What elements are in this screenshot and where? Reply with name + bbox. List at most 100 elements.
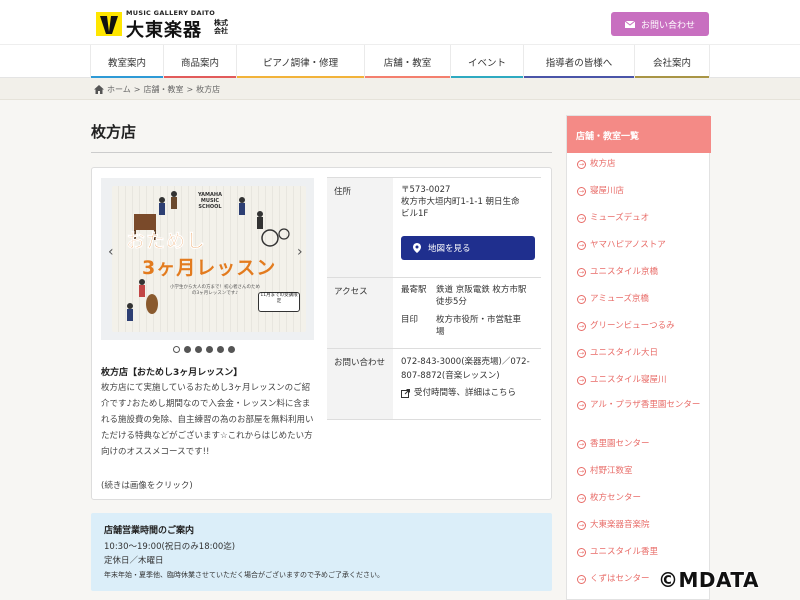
- access-value: 徒歩5分: [436, 297, 467, 307]
- sidebar-item[interactable]: → 村野江数室: [577, 465, 707, 478]
- site-header: MUSIC GALLERY DAITO 大東楽器 株式会社 お問い合わせ: [0, 0, 800, 44]
- sidebar-item[interactable]: → ユニスタイル寝屋川: [577, 374, 707, 387]
- site-logo[interactable]: MUSIC GALLERY DAITO 大東楽器 株式会社: [96, 9, 236, 41]
- sidebar-item-label: ユニスタイル大日: [590, 348, 659, 358]
- contact-button-label: お問い合わせ: [640, 20, 695, 31]
- arrow-circle-icon: →: [577, 401, 586, 410]
- arrow-circle-icon: →: [577, 187, 586, 196]
- breadcrumb-separator: >: [186, 85, 194, 94]
- arrow-circle-icon: →: [577, 467, 586, 476]
- breadcrumb-home[interactable]: ホーム: [107, 84, 131, 95]
- sidebar-item-label: くずはセンター: [590, 574, 650, 584]
- carousel-dot[interactable]: [184, 346, 191, 353]
- nav-item-label: 会社案内: [652, 58, 691, 69]
- slide-description-body: 枚方店にて実施しているおためし3ヶ月レッスンのご紹介です♪おためし期間なので入会…: [101, 383, 314, 457]
- contact-details-link[interactable]: 受付時間等、詳細はこちら: [401, 387, 516, 399]
- slide-description-title: 枚方店【おためし3ヶ月レッスン】: [101, 368, 243, 378]
- sidebar-item-label: グリーンビューつるみ: [590, 321, 675, 331]
- sidebar-item[interactable]: → アミューズ京橋: [577, 293, 707, 306]
- address-zip: 〒573-0027: [401, 185, 451, 195]
- slide-description-more: (続きは画像をクリック): [101, 481, 193, 491]
- sidebar-item-label: ユニスタイル香里: [590, 547, 659, 557]
- sidebar-item[interactable]: → 大東楽器音楽院: [577, 519, 707, 532]
- info-label: 住所: [327, 178, 393, 277]
- logo-company-type: 株式会社: [214, 19, 228, 35]
- sidebar-item[interactable]: → アル・プラザ香里園センター: [577, 399, 707, 412]
- breadcrumb-separator: >: [133, 85, 141, 94]
- breadcrumb-parent[interactable]: 店舗・教室: [143, 84, 183, 95]
- breadcrumb-bar: ホーム > 店舗・教室 > 枚方店: [0, 78, 800, 100]
- mail-icon: [624, 20, 635, 28]
- arrow-circle-icon: →: [577, 575, 586, 584]
- nav-item-stores[interactable]: 店舗・教室: [364, 45, 450, 79]
- contact-phone: 807-8872(音楽レッスン): [401, 371, 500, 381]
- sidebar-item-label: ユニスタイル京橋: [590, 267, 659, 277]
- sidebar-item-label: 香里園センター: [590, 439, 650, 449]
- hours-note: 年末年始・夏季他、臨時休業させていただく場合がございますので予めご了承ください。: [104, 571, 384, 579]
- carousel-dot[interactable]: [195, 346, 202, 353]
- nav-item-instructors[interactable]: 指導者の皆様へ: [523, 45, 634, 79]
- breadcrumb: ホーム > 店舗・教室 > 枚方店: [94, 84, 220, 95]
- sidebar-item[interactable]: → 枚方センター: [577, 492, 707, 505]
- hours-closed-day: 定休日／木曜日: [104, 556, 164, 566]
- sidebar-item[interactable]: → 香里園センター: [577, 438, 707, 451]
- sidebar-item[interactable]: → ユニスタイル大日: [577, 347, 707, 360]
- arrow-circle-icon: →: [577, 521, 586, 530]
- page-title: 枚方店: [91, 123, 137, 141]
- sidebar-item-label: アミューズ京橋: [590, 294, 649, 304]
- info-label: お問い合わせ: [327, 349, 393, 419]
- carousel-prev-icon[interactable]: ‹: [108, 244, 114, 260]
- access-sublabel: 最寄駅: [401, 285, 427, 295]
- carousel-dot[interactable]: [206, 346, 213, 353]
- sidebar-item-label: ミューズデュオ: [590, 213, 650, 223]
- carousel-dot[interactable]: [173, 346, 180, 353]
- sidebar-item[interactable]: → 寝屋川店: [577, 185, 707, 198]
- store-list-sidebar: 店舗・教室一覧 → 枚方店 → 寝屋川店 → ミューズデュオ → ヤマハピアノストア →…: [566, 115, 711, 600]
- map-pin-icon: [413, 243, 421, 253]
- arrow-circle-icon: →: [577, 440, 586, 449]
- nav-item-label: 指導者の皆様へ: [545, 58, 613, 69]
- carousel-next-icon[interactable]: ›: [297, 244, 303, 260]
- info-label: アクセス: [327, 278, 393, 348]
- nav-item-company[interactable]: 会社案内: [634, 45, 710, 79]
- contact-details-label: 受付時間等、詳細はこちら: [414, 388, 517, 398]
- arrow-circle-icon: →: [577, 548, 586, 557]
- slide-school-name: YAMAHA MUSIC SCHOOL: [198, 192, 222, 210]
- nav-item-piano-tuning[interactable]: ピアノ調律・修理: [236, 45, 364, 79]
- carousel-dot[interactable]: [228, 346, 235, 353]
- main-nav: 教室案内 商品案内 ピアノ調律・修理 店舗・教室 イベント 指導者の皆様へ 会社…: [0, 44, 800, 79]
- sidebar-item[interactable]: → グリーンビューつるみ: [577, 320, 707, 333]
- nav-item-label: ピアノ調律・修理: [262, 58, 339, 69]
- nav-item-label: 店舗・教室: [383, 58, 432, 69]
- sidebar-item[interactable]: → ヤマハピアノストア: [577, 239, 707, 252]
- sidebar-item[interactable]: → ユニスタイル香里: [577, 546, 707, 559]
- info-row-address: 住所 〒573-0027 枚方市大垣内町1-1-1 朝日生命 ビル1F 地図を見…: [327, 178, 541, 278]
- nav-item-products[interactable]: 商品案内: [163, 45, 236, 79]
- sidebar-item-label: アル・プラザ香里園センター: [590, 400, 701, 410]
- store-info-table: 住所 〒573-0027 枚方市大垣内町1-1-1 朝日生命 ビル1F 地図を見…: [327, 177, 541, 420]
- sidebar-item-label: 村野江数室: [590, 466, 633, 476]
- nav-item-classes[interactable]: 教室案内: [90, 45, 163, 79]
- arrow-circle-icon: →: [577, 494, 586, 503]
- arrow-circle-icon: →: [577, 295, 586, 304]
- nav-item-label: イベント: [467, 58, 506, 69]
- sidebar-item[interactable]: → 枚方店: [577, 158, 707, 171]
- sidebar-item[interactable]: → ミューズデュオ: [577, 212, 707, 225]
- sidebar-item[interactable]: → ユニスタイル京橋: [577, 266, 707, 279]
- breadcrumb-current: 枚方店: [196, 85, 221, 94]
- hours-title: 店舗営業時間のご案内: [104, 526, 195, 536]
- copyright-watermark: ©MDATA: [658, 568, 759, 592]
- info-row-contact: お問い合わせ 072-843-3000(楽器売場)／072- 807-8872(…: [327, 349, 541, 420]
- sidebar-item-label: ヤマハピアノストア: [590, 240, 666, 250]
- nav-item-events[interactable]: イベント: [450, 45, 523, 79]
- logo-mark-icon: [96, 12, 122, 36]
- logo-name: 大東楽器: [126, 20, 202, 41]
- access-value: 場: [436, 327, 445, 337]
- arrow-circle-icon: →: [577, 160, 586, 169]
- map-button[interactable]: 地図を見る: [401, 236, 535, 260]
- address-line: 枚方市大垣内町1-1-1 朝日生命: [401, 197, 520, 207]
- title-divider: [91, 152, 552, 153]
- contact-button[interactable]: お問い合わせ: [611, 12, 709, 36]
- external-link-icon: [401, 388, 410, 398]
- carousel-dot[interactable]: [217, 346, 224, 353]
